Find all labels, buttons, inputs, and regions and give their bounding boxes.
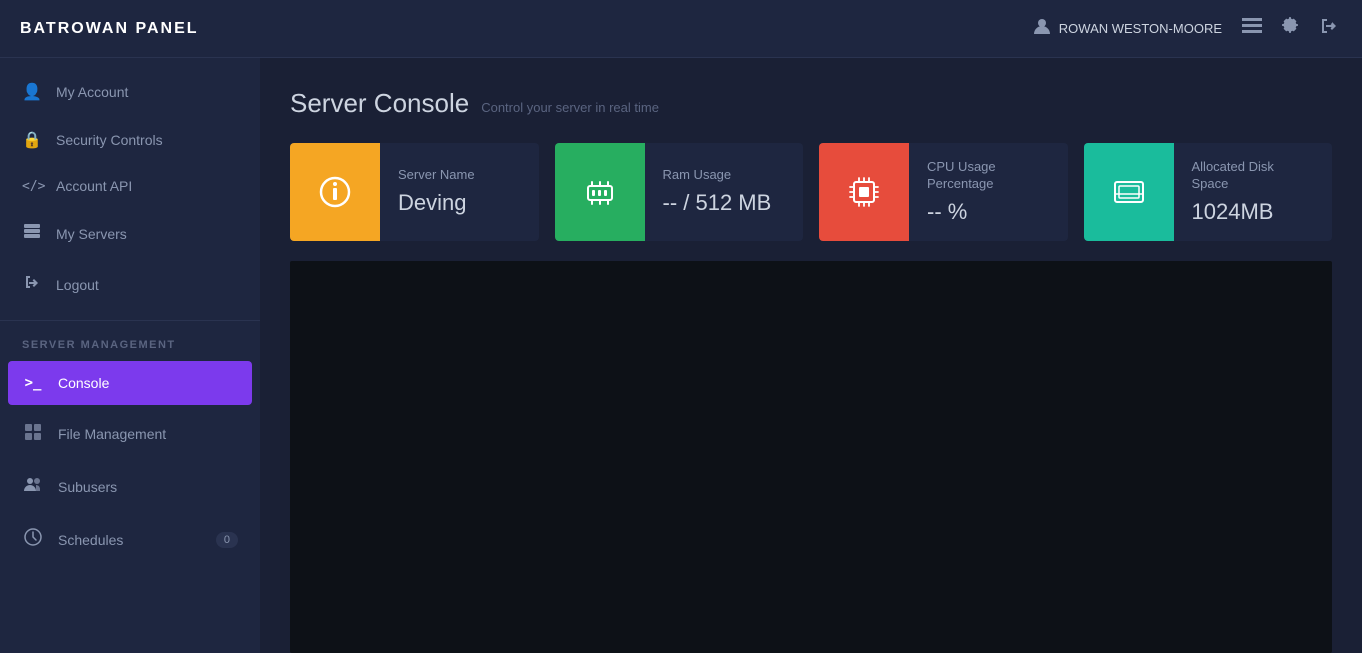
sidebar-item-account-api[interactable]: </> Account API	[0, 164, 260, 208]
cpu-usage-label: CPU Usage Percentage	[927, 159, 1050, 193]
disk-space-label: Allocated Disk Space	[1192, 159, 1315, 193]
lock-icon: 🔒	[22, 130, 42, 150]
content-area: Server Console Control your server in re…	[260, 58, 1362, 653]
stat-card-cpu-usage: CPU Usage Percentage -- %	[819, 143, 1068, 241]
server-name-info: Server Name Deving	[380, 143, 539, 241]
sidebar-item-label: My Servers	[56, 226, 127, 242]
schedules-badge: 0	[216, 532, 238, 548]
logout-icon	[22, 273, 42, 296]
disk-space-icon-box	[1084, 143, 1174, 241]
stat-card-server-name: Server Name Deving	[290, 143, 539, 241]
sidebar-nav: 👤 My Account 🔒 Security Controls </> Acc…	[0, 58, 260, 321]
schedules-icon	[22, 527, 44, 552]
sidebar-item-logout[interactable]: Logout	[0, 259, 260, 310]
ram-usage-icon-box	[555, 143, 645, 241]
logout-header-icon[interactable]	[1318, 16, 1338, 41]
sidebar-item-subusers[interactable]: Subusers	[0, 460, 260, 513]
sidebar-item-security-controls[interactable]: 🔒 Security Controls	[0, 116, 260, 164]
header-user: ROWAN WESTON-MOORE	[1033, 17, 1222, 40]
sidebar-item-label: Security Controls	[56, 132, 163, 148]
subusers-icon	[22, 474, 44, 499]
server-name-value: Deving	[398, 190, 521, 216]
page-subtitle: Control your server in real time	[481, 100, 659, 115]
sidebar-item-label: Account API	[56, 178, 132, 194]
account-icon: 👤	[22, 82, 42, 102]
sidebar-item-schedules[interactable]: Schedules 0	[0, 513, 260, 566]
code-icon: </>	[22, 179, 42, 194]
server-name-icon-box	[290, 143, 380, 241]
sidebar-item-file-management[interactable]: File Management	[0, 407, 260, 460]
sidebar: BATROWAN PANEL 👤 My Account 🔒 Security C…	[0, 0, 260, 653]
sidebar-mgmt-label: Schedules	[58, 532, 123, 548]
header-icons	[1242, 16, 1338, 41]
gear-icon[interactable]	[1280, 16, 1300, 41]
console-icon: >_	[22, 375, 44, 391]
stat-card-ram-usage: Ram Usage -- / 512 MB	[555, 143, 804, 241]
cpu-usage-info: CPU Usage Percentage -- %	[909, 143, 1068, 241]
username: ROWAN WESTON-MOORE	[1059, 21, 1222, 36]
sidebar-item-console[interactable]: >_ Console	[8, 361, 252, 405]
ram-usage-label: Ram Usage	[663, 167, 786, 184]
user-icon	[1033, 17, 1051, 40]
ram-usage-value: -- / 512 MB	[663, 190, 786, 216]
app-logo: BATROWAN PANEL	[0, 0, 260, 58]
stats-row: Server Name Deving Ram Usage	[290, 143, 1332, 241]
list-icon[interactable]	[1242, 18, 1262, 39]
header: ROWAN WESTON-MOORE	[260, 0, 1362, 58]
ram-usage-info: Ram Usage -- / 512 MB	[645, 143, 804, 241]
file-management-icon	[22, 421, 44, 446]
cpu-usage-value: -- %	[927, 199, 1050, 225]
sidebar-item-my-servers[interactable]: My Servers	[0, 208, 260, 259]
sidebar-mgmt-label: File Management	[58, 426, 166, 442]
sidebar-item-label: My Account	[56, 84, 128, 100]
terminal-area[interactable]	[290, 261, 1332, 653]
sidebar-mgmt-label: Console	[58, 375, 109, 391]
stat-card-disk-space: Allocated Disk Space 1024MB	[1084, 143, 1333, 241]
cpu-usage-icon-box	[819, 143, 909, 241]
servers-icon	[22, 222, 42, 245]
disk-space-value: 1024MB	[1192, 199, 1315, 225]
sidebar-item-my-account[interactable]: 👤 My Account	[0, 68, 260, 116]
main-content: ROWAN WESTON-MOORE	[260, 0, 1362, 653]
disk-space-info: Allocated Disk Space 1024MB	[1174, 143, 1333, 241]
server-name-label: Server Name	[398, 167, 521, 184]
page-title: Server Console	[290, 88, 469, 119]
page-title-row: Server Console Control your server in re…	[290, 88, 1332, 119]
sidebar-mgmt-nav: >_ Console File Management	[0, 359, 260, 566]
server-management-section-label: SERVER MANAGEMENT	[0, 321, 260, 359]
sidebar-mgmt-label: Subusers	[58, 479, 117, 495]
sidebar-item-label: Logout	[56, 277, 99, 293]
